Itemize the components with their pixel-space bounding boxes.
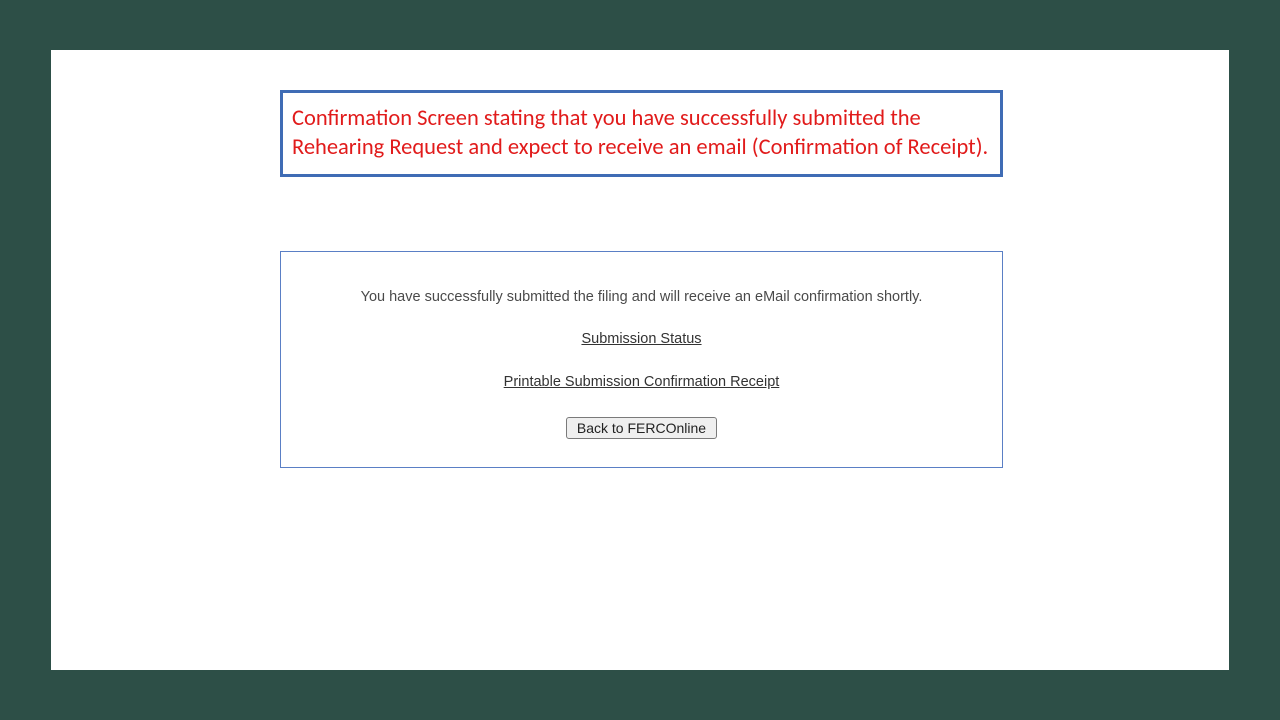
annotation-callout: Confirmation Screen stating that you hav… xyxy=(280,90,1003,177)
confirmation-message: You have successfully submitted the fili… xyxy=(281,289,1002,305)
back-to-ferconline-button[interactable]: Back to FERCOnline xyxy=(566,417,717,439)
printable-receipt-link[interactable]: Printable Submission Confirmation Receip… xyxy=(504,374,780,390)
confirmation-panel: You have successfully submitted the fili… xyxy=(280,251,1003,468)
slide-page: Confirmation Screen stating that you hav… xyxy=(51,50,1229,670)
annotation-text: Confirmation Screen stating that you hav… xyxy=(292,104,991,163)
submission-status-link[interactable]: Submission Status xyxy=(581,331,701,347)
